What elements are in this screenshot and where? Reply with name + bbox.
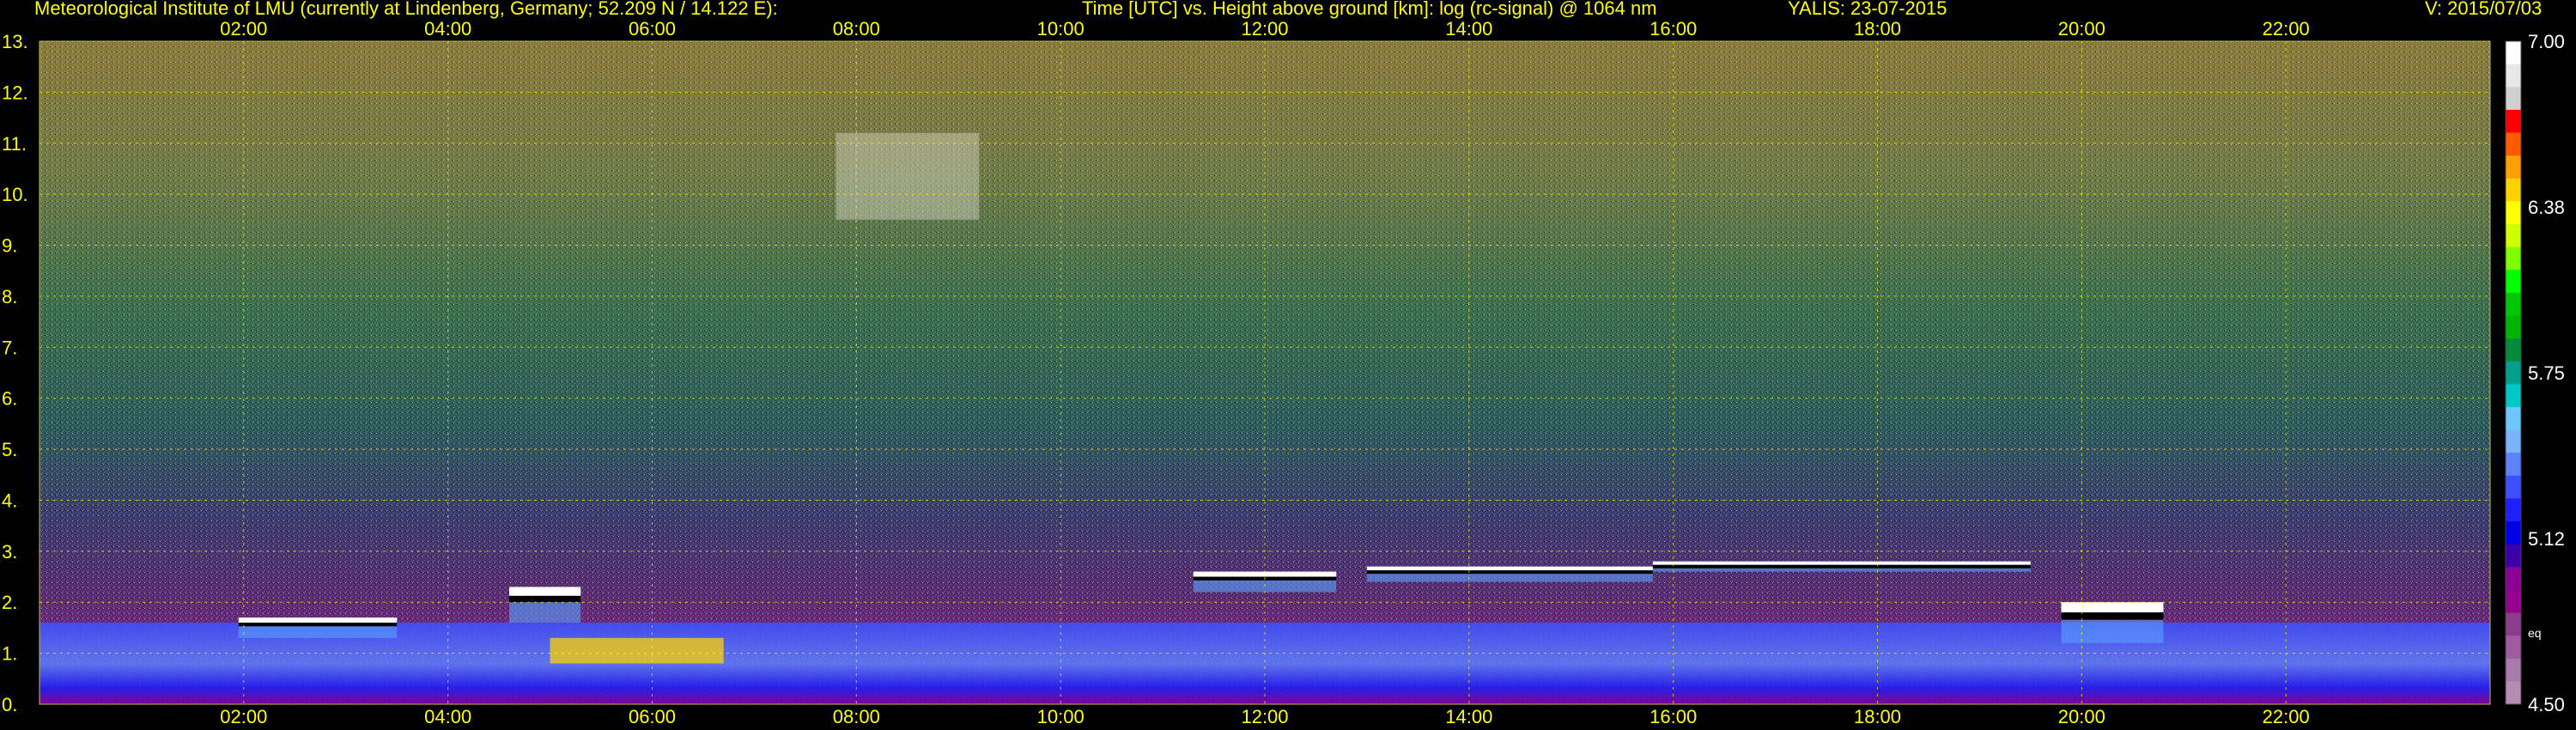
colorbar: 7.00 6.38 5.75 5.12 4.50 eq [2505,31,2565,715]
colorbar-segment [2506,64,2521,88]
x-tick-label-bottom: 20:00 [2058,706,2105,727]
y-tick-label: 2. [2,592,17,613]
feature-top [509,587,581,596]
x-tick-label-bottom: 10:00 [1037,706,1084,727]
y-tick-label: 13. [2,31,28,52]
colorbar-segment [2506,658,2521,682]
colorbar-segment [2506,270,2521,294]
y-tick-label: 3. [2,541,17,563]
feature-shadow [1366,570,1653,575]
colorbar-extra-label: eq [2528,626,2542,640]
y-tick-label: 11. [2,133,27,155]
x-tick-label-top: 20:00 [2058,18,2105,40]
feature-aerosol [550,637,724,664]
feature-shadow [238,622,398,627]
y-tick-label: 10. [2,184,28,205]
colorbar-segment [2506,681,2521,705]
feature-shadow [2061,612,2164,620]
feature-top [2061,602,2164,613]
y-tick-label: 9. [2,235,17,257]
x-tick-label-bottom: 18:00 [1854,706,1901,727]
x-tick-label-bottom: 02:00 [220,706,267,727]
colorbar-segment [2506,246,2521,271]
feature-shadow [509,595,581,603]
feature-top [1366,566,1653,571]
x-tick-label-bottom: 04:00 [424,706,471,727]
colorbar-label: 4.50 [2528,694,2565,715]
colorbar-segment [2506,384,2521,408]
colorbar-segment [2506,338,2521,362]
feature-top [238,617,398,623]
colorbar-label: 7.00 [2528,31,2565,52]
colorbar-segment [2506,223,2521,248]
colorbar-segment [2506,544,2521,568]
colorbar-segment [2506,315,2521,339]
colorbar-segment [2506,567,2521,591]
colorbar-segment [2506,155,2521,179]
feature-top [1652,561,2031,565]
y-tick-label: 5. [2,439,17,460]
x-tick-label-top: 08:00 [833,18,880,40]
x-tick-label-bottom: 22:00 [2263,706,2310,727]
y-tick-label: 12. [2,82,28,103]
colorbar-segment [2506,87,2521,111]
x-tick-label-top: 18:00 [1854,18,1901,40]
lidar-chart: 02:00 02:00 04:00 04:00 06:00 06:00 08:00 08:00… [2,18,2565,727]
colorbar-segment [2506,109,2521,133]
colorbar-segment [2506,636,2521,660]
feature-shadow [1652,564,2031,569]
colorbar-segment [2506,292,2521,316]
y-tick-label: 4. [2,490,17,511]
x-tick-label-top: 14:00 [1445,18,1492,40]
y-tick-label: 7. [2,337,17,358]
colorbar-segment [2506,201,2521,225]
x-tick-label-bottom: 12:00 [1241,706,1288,727]
x-tick-label-top: 06:00 [629,18,676,40]
colorbar-segment [2506,41,2521,65]
y-tick-label: 6. [2,388,17,410]
colorbar-segment [2506,498,2521,522]
colorbar-segment [2506,521,2521,545]
x-tick-label-top: 22:00 [2263,18,2310,40]
colorbar-label: 5.12 [2528,528,2565,550]
x-tick-label-bottom: 14:00 [1445,706,1492,727]
x-tick-label-top: 10:00 [1037,18,1084,40]
colorbar-segment [2506,589,2521,614]
colorbar-label: 5.75 [2528,362,2565,384]
colorbar-segment [2506,612,2521,636]
x-tick-label-top: 12:00 [1241,18,1288,40]
colorbar-label: 6.38 [2528,197,2565,218]
colorbar-segment [2506,475,2521,499]
y-tick-label: 0. [2,694,17,715]
x-tick-label-bottom: 08:00 [833,706,880,727]
colorbar-segment [2506,178,2521,202]
colorbar-segment [2506,429,2521,453]
colorbar-segment [2506,132,2521,156]
x-tick-label-top: 16:00 [1649,18,1697,40]
colorbar-segment [2506,453,2521,477]
x-tick-label-top: 04:00 [424,18,471,40]
x-tick-label-bottom: 16:00 [1649,706,1697,727]
x-tick-label-bottom: 06:00 [629,706,676,727]
x-tick-label-top: 02:00 [220,18,267,40]
colorbar-segment [2506,361,2521,385]
colorbar-segment [2506,406,2521,431]
y-tick-label: 8. [2,286,17,307]
y-tick-label: 1. [2,643,17,665]
feature-cirrus [835,132,980,220]
